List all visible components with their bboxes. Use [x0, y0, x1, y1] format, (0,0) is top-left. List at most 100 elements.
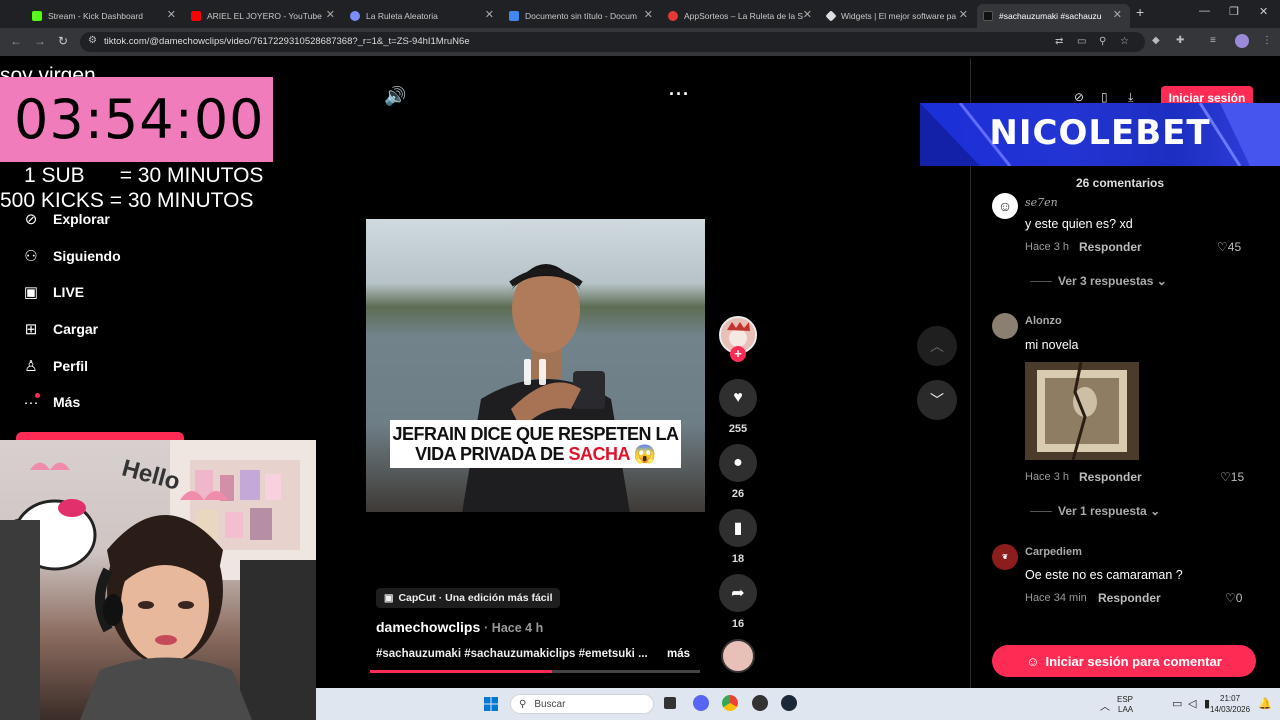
volume-icon[interactable]: 🔊	[384, 86, 406, 107]
pause-icon[interactable]	[522, 357, 548, 387]
compass-header-icon[interactable]: ⊘	[1074, 90, 1084, 104]
network-icon[interactable]: ▭	[1172, 697, 1182, 710]
comment-like-button[interactable]: ♡15	[1220, 470, 1244, 484]
sidebar-item-mas[interactable]: ··· Más	[20, 391, 81, 413]
heart-outline-icon: ♡	[1225, 591, 1236, 605]
tab-widgets[interactable]: Widgets | El mejor software pa ✕	[821, 4, 976, 28]
caption-line-1: JEFRAIN DICE QUE RESPETEN LA	[392, 424, 679, 444]
restore-icon[interactable]: ❐	[1229, 5, 1239, 18]
tab-ruleta[interactable]: La Ruleta Aleatoria ✕	[344, 4, 502, 28]
follow-plus-icon[interactable]: +	[730, 346, 746, 362]
comment-like-count: 15	[1230, 470, 1245, 484]
view-replies-link[interactable]: Ver 3 respuestas ⌄	[1030, 274, 1167, 288]
sidebar-item-perfil[interactable]: ♙ Perfil	[20, 355, 88, 377]
sidebar-item-cargar[interactable]: ⊞ Cargar	[20, 318, 98, 340]
comment-like-button[interactable]: ♡0	[1225, 591, 1242, 605]
steam-icon[interactable]	[781, 695, 797, 711]
chrome-icon[interactable]	[722, 695, 738, 711]
comment-avatar[interactable]: ❦	[992, 544, 1018, 570]
caption-line-2: VIDA PRIVADA DE SACHA 😱	[390, 444, 681, 464]
close-icon[interactable]: ✕	[803, 8, 812, 21]
comment-image[interactable]	[1025, 362, 1139, 460]
tab-search-icon[interactable]: ≡	[1210, 35, 1216, 46]
back-icon[interactable]: ←	[10, 34, 22, 48]
comment-username[interactable]: Carpediem	[1025, 546, 1082, 558]
close-icon[interactable]: ✕	[485, 8, 494, 21]
tab-tiktok[interactable]: #sachauzumaki #sachauzu ✕	[977, 4, 1130, 28]
comment-button[interactable]: ●	[719, 444, 757, 482]
tab-youtube[interactable]: ARIEL EL JOYERO - YouTube ✕	[185, 4, 343, 28]
video-progress-track[interactable]	[370, 670, 700, 673]
close-icon[interactable]: ✕	[644, 8, 653, 21]
tiktok-icon	[983, 11, 993, 21]
like-button[interactable]: ♥	[719, 379, 757, 417]
webcam-scene: Kitty Hello	[0, 440, 316, 720]
discord-icon[interactable]	[693, 695, 709, 711]
comment-avatar[interactable]: ☺	[992, 193, 1018, 219]
bookmark-star-icon[interactable]: ☆	[1120, 36, 1129, 47]
extension-icon[interactable]: ◆	[1152, 35, 1160, 46]
chevron-down-icon: ⌄	[1150, 504, 1161, 518]
video-options-icon[interactable]: ···	[669, 84, 690, 105]
obs-icon[interactable]	[752, 695, 768, 711]
sidebar-item-label: Cargar	[53, 321, 99, 337]
close-icon[interactable]: ✕	[959, 8, 968, 21]
zoom-icon[interactable]: ⚲	[1099, 36, 1106, 47]
volume-tray-icon[interactable]: ◁	[1188, 697, 1196, 710]
tab-appsorteos[interactable]: AppSorteos – La Ruleta de la S ✕	[662, 4, 820, 28]
sidebar-item-live[interactable]: ▣ LIVE	[20, 281, 84, 303]
next-video-button[interactable]: ﹀	[917, 380, 957, 420]
language-indicator[interactable]: ESP	[1117, 695, 1133, 704]
notification-bell-icon[interactable]: 🔔	[1258, 697, 1272, 710]
translate-icon[interactable]: ⇄	[1055, 36, 1063, 47]
puzzle-icon[interactable]: ✚	[1176, 35, 1184, 46]
comment-like-button[interactable]: ♡45	[1217, 240, 1241, 254]
taskbar-search[interactable]: ⚲ Buscar	[510, 694, 654, 714]
new-tab-icon[interactable]: +	[1136, 4, 1144, 20]
more-description-link[interactable]: más	[667, 648, 690, 660]
reply-button[interactable]: Responder	[1079, 470, 1142, 484]
forward-icon[interactable]: →	[34, 34, 46, 48]
browser-toolbar: ← → ↻ ⚙ tiktok.com/@damechowclips/video/…	[0, 28, 1280, 56]
url-text[interactable]: tiktok.com/@damechowclips/video/76172293…	[104, 36, 470, 47]
tab-docs[interactable]: Documento sin título - Docum ✕	[503, 4, 661, 28]
view-replies-link[interactable]: Ver 1 respuesta ⌄	[1030, 504, 1160, 518]
phone-icon[interactable]: ▯	[1101, 90, 1108, 104]
windows-start-icon[interactable]	[484, 697, 498, 711]
close-icon[interactable]: ✕	[1113, 8, 1122, 21]
save-button[interactable]: ▮	[719, 509, 757, 547]
minimize-icon[interactable]: —	[1199, 5, 1210, 17]
sidebar-item-siguiendo[interactable]: ⚇ Siguiendo	[20, 245, 120, 267]
login-to-comment-button[interactable]: ☺ Iniciar sesión para comentar	[992, 645, 1256, 677]
clock-date[interactable]: 14/03/2026	[1210, 705, 1250, 714]
close-icon[interactable]: ✕	[326, 8, 335, 21]
previous-video-button[interactable]: ︿	[917, 326, 957, 366]
profile-avatar[interactable]	[1235, 34, 1249, 48]
banner-text: NICOLEBET	[989, 113, 1211, 153]
menu-kebab-icon[interactable]: ⋮	[1262, 35, 1272, 46]
webcam-feed: Kitty Hello	[0, 440, 316, 720]
music-disc-avatar[interactable]	[721, 639, 755, 673]
comment-item: ☺	[992, 193, 1018, 219]
keyboard-layout[interactable]: LAA	[1118, 705, 1133, 714]
comment-avatar[interactable]	[992, 313, 1018, 339]
site-info-icon[interactable]: ⚙	[88, 35, 97, 46]
author-name[interactable]: damechowclips	[376, 619, 480, 635]
reply-button[interactable]: Responder	[1079, 240, 1142, 254]
capcut-badge[interactable]: ▣ CapCut · Una edición más fácil	[376, 588, 561, 608]
tab-kick-dashboard[interactable]: Stream - Kick Dashboard ✕	[26, 4, 184, 28]
install-icon[interactable]: ▭	[1077, 36, 1086, 47]
task-view-icon[interactable]	[664, 697, 676, 709]
reload-icon[interactable]: ↻	[58, 34, 68, 48]
window-close-icon[interactable]: ✕	[1259, 5, 1268, 18]
tray-chevron-icon[interactable]: ︿	[1100, 698, 1110, 713]
close-icon[interactable]: ✕	[167, 8, 176, 21]
share-button[interactable]: ➦	[719, 574, 757, 612]
comment-username[interactable]: Alonzo	[1025, 315, 1062, 327]
video-player[interactable]: JEFRAIN DICE QUE RESPETEN LA VIDA PRIVAD…	[366, 219, 705, 512]
comment-username[interactable]: se7en	[1025, 196, 1058, 209]
clock-time[interactable]: 21:07	[1220, 694, 1240, 703]
video-hashtags[interactable]: #sachauzumaki #sachauzumakiclips #emetsu…	[376, 648, 648, 660]
address-bar[interactable]: ⚙ tiktok.com/@damechowclips/video/761722…	[80, 32, 1145, 52]
reply-button[interactable]: Responder	[1098, 591, 1161, 605]
